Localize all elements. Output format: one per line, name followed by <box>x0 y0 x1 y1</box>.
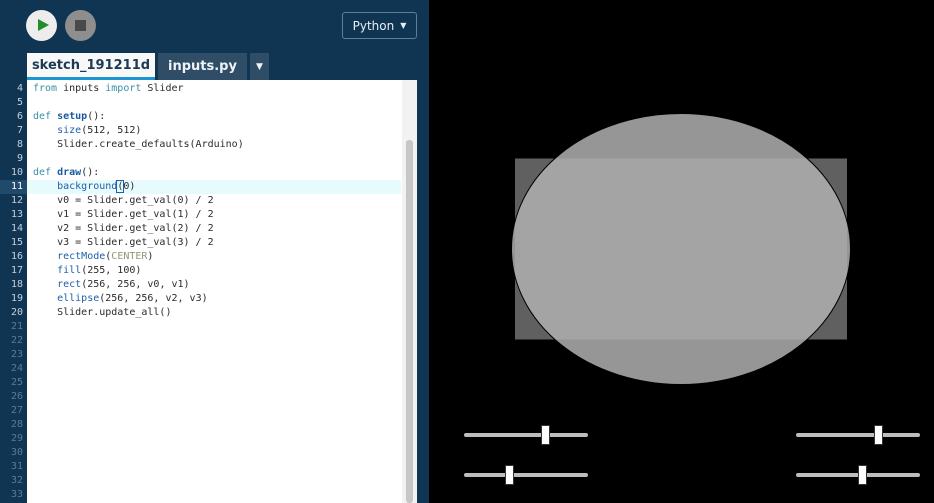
line-number: 19 <box>10 293 23 304</box>
line-number: 31 <box>10 461 23 472</box>
slider-handle[interactable] <box>857 465 867 485</box>
code-line[interactable]: v0 = Slider.get_val(0) / 2 <box>27 194 401 208</box>
run-button[interactable] <box>26 10 57 41</box>
code-line[interactable]: fill(255, 100) <box>27 264 401 278</box>
line-number: 29 <box>10 433 23 444</box>
line-number: 12 <box>10 195 23 206</box>
code-line[interactable] <box>27 488 401 502</box>
chevron-down-icon: ▼ <box>400 21 407 30</box>
line-number: 4 <box>16 83 23 94</box>
line-number: 22 <box>10 335 23 346</box>
drawn-ellipse <box>511 113 851 385</box>
slider-3[interactable] <box>796 465 920 485</box>
code-line[interactable] <box>27 376 401 390</box>
scrollbar-thumb[interactable] <box>406 140 413 503</box>
line-number: 21 <box>10 321 23 332</box>
code-line[interactable] <box>27 334 401 348</box>
line-number: 6 <box>16 111 23 122</box>
tab-menu-button[interactable]: ▼ <box>250 53 269 80</box>
line-number: 16 <box>10 251 23 262</box>
slider-track[interactable] <box>464 473 588 477</box>
code-line[interactable] <box>27 418 401 432</box>
line-number: 26 <box>10 391 23 402</box>
slider-track[interactable] <box>464 433 588 437</box>
line-number: 30 <box>10 447 23 458</box>
slider-handle[interactable] <box>504 465 514 485</box>
editor-scrollbar[interactable] <box>402 80 417 503</box>
line-number: 28 <box>10 419 23 430</box>
code-line[interactable]: from inputs import Slider <box>27 82 401 96</box>
code-line[interactable]: def setup(): <box>27 110 401 124</box>
line-number: 10 <box>10 167 23 178</box>
code-line[interactable] <box>27 432 401 446</box>
mode-select[interactable]: Python ▼ <box>342 12 417 39</box>
line-number: 24 <box>10 363 23 374</box>
stop-button[interactable] <box>65 10 96 41</box>
code-line[interactable] <box>27 152 401 166</box>
line-number: 25 <box>10 377 23 388</box>
code-line[interactable]: v3 = Slider.get_val(3) / 2 <box>27 236 401 250</box>
slider-track[interactable] <box>796 433 920 437</box>
tab-label: sketch_191211d <box>31 57 151 73</box>
line-number: 18 <box>10 279 23 290</box>
tab-inputs[interactable]: inputs.py <box>158 53 247 80</box>
mode-label: Python <box>352 18 395 33</box>
code-line[interactable]: Slider.update_all() <box>27 306 401 320</box>
line-number: 9 <box>16 153 23 164</box>
stop-icon <box>75 20 86 31</box>
line-number: 27 <box>10 405 23 416</box>
line-number: 5 <box>16 97 23 108</box>
line-number: 7 <box>16 125 23 136</box>
line-number: 15 <box>10 237 23 248</box>
code-line[interactable]: Slider.create_defaults(Arduino) <box>27 138 401 152</box>
code-line[interactable]: def draw(): <box>27 166 401 180</box>
code-line[interactable]: ellipse(256, 256, v2, v3) <box>27 292 401 306</box>
code-line[interactable] <box>27 446 401 460</box>
line-number: 33 <box>10 489 23 500</box>
slider-handle[interactable] <box>873 425 883 445</box>
code-line[interactable] <box>27 96 401 110</box>
slider-1[interactable] <box>464 465 588 485</box>
code-line[interactable]: size(512, 512) <box>27 124 401 138</box>
line-number: 13 <box>10 209 23 220</box>
sketch-output <box>429 0 934 503</box>
code-line[interactable] <box>27 390 401 404</box>
slider-2[interactable] <box>796 425 920 445</box>
code-line[interactable]: v2 = Slider.get_val(2) / 2 <box>27 222 401 236</box>
slider-0[interactable] <box>464 425 588 445</box>
chevron-down-icon: ▼ <box>256 61 263 72</box>
line-number: 8 <box>16 139 23 150</box>
code-line[interactable] <box>27 404 401 418</box>
tab-sketch[interactable]: sketch_191211d <box>27 53 155 80</box>
code-line[interactable]: background(0) <box>27 180 401 194</box>
code-editor[interactable]: 4 5 6 7 8 9 10 11 12 13 14 15 16 17 18 19 20 21 22 23 24 25 26… <box>0 80 417 503</box>
tab-label: inputs.py <box>168 59 237 74</box>
code-line[interactable]: rect(256, 256, v0, v1) <box>27 278 401 292</box>
code-line[interactable] <box>27 320 401 334</box>
slider-handle[interactable] <box>540 425 550 445</box>
line-number: 17 <box>10 265 23 276</box>
editor-pane: Python ▼ sketch_191211d inputs.py ▼ 4 5 6 7… <box>0 0 429 503</box>
code-line[interactable]: v1 = Slider.get_val(1) / 2 <box>27 208 401 222</box>
code-line[interactable] <box>27 348 401 362</box>
code-line[interactable] <box>27 362 401 376</box>
line-number: 23 <box>10 349 23 360</box>
line-number: 11 <box>0 180 27 194</box>
line-number: 32 <box>10 475 23 486</box>
line-number: 14 <box>10 223 23 234</box>
line-number: 20 <box>10 307 23 318</box>
code-line[interactable] <box>27 460 401 474</box>
code-line[interactable] <box>27 474 401 488</box>
play-icon <box>38 19 49 31</box>
code-line[interactable]: rectMode(CENTER) <box>27 250 401 264</box>
line-gutter: 4 5 6 7 8 9 10 11 12 13 14 15 16 17 18 19 20 21 22 23 24 25 26… <box>0 80 27 503</box>
